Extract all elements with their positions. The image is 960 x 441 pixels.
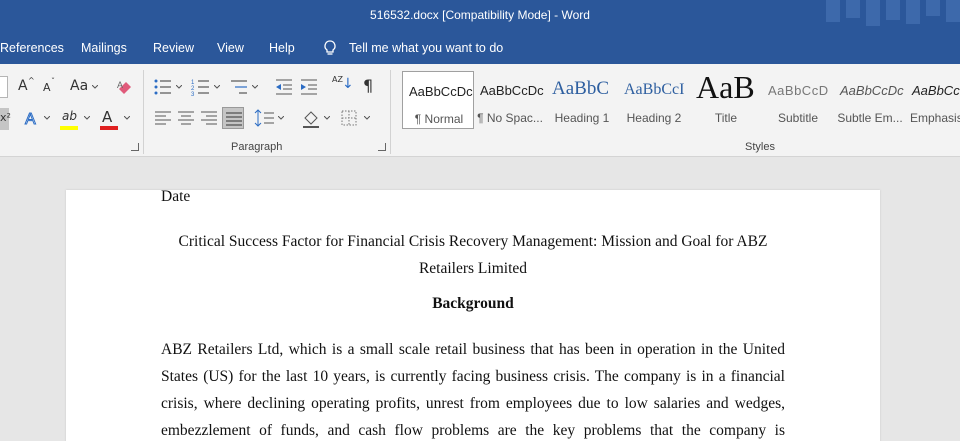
sort-arrow-icon: ↓: [342, 76, 354, 92]
change-case-button[interactable]: Aa: [70, 78, 88, 94]
align-left-icon[interactable]: [152, 107, 174, 129]
align-center-icon[interactable]: [175, 107, 197, 129]
title-bar-decoration: [946, 0, 960, 22]
decrease-indent-icon[interactable]: [273, 76, 295, 98]
align-right-icon[interactable]: [198, 107, 220, 129]
sort-button[interactable]: AZ: [332, 76, 343, 84]
styles-gallery: AaBbCcDc ¶ Normal AaBbCcDc ¶ No Spac... …: [400, 69, 960, 131]
style-heading-1[interactable]: AaBbC Heading 1: [546, 71, 618, 129]
highlight-button[interactable]: ab: [62, 109, 77, 123]
title-bar-decoration: [906, 0, 920, 24]
grow-font-arrow: ^: [28, 76, 35, 85]
chevron-down-icon[interactable]: [214, 85, 220, 89]
doc-paragraph-line: crisis, where declining operating profit…: [161, 395, 785, 412]
svg-text:3: 3: [191, 92, 195, 98]
chevron-down-icon[interactable]: [278, 116, 284, 120]
multilevel-list-icon[interactable]: [228, 76, 250, 98]
chevron-down-icon[interactable]: [252, 85, 258, 89]
title-bar-decoration: [846, 0, 860, 18]
tab-help[interactable]: Help: [269, 41, 295, 55]
style-title[interactable]: AaB Title: [690, 71, 762, 129]
style-heading-2[interactable]: AaBbCcI Heading 2: [618, 71, 690, 129]
doc-title-line: Retailers Limited: [418, 260, 528, 277]
doc-title-line: Critical Success Factor for Financial Cr…: [178, 233, 768, 250]
doc-paragraph-line: embezzlement of funds, and cash flow pro…: [161, 422, 785, 439]
chevron-down-icon[interactable]: [324, 116, 330, 120]
doc-paragraph-line: ABZ Retailers Ltd, which is a small scal…: [161, 341, 785, 358]
document-page[interactable]: Date Critical Success Factor for Financi…: [66, 188, 880, 441]
ribbon-tabs: References Mailings Review View Help Tel…: [0, 33, 960, 64]
doc-heading: Background: [432, 295, 514, 312]
style-subtitle[interactable]: AaBbCcD Subtitle: [762, 71, 834, 129]
style-no-spacing[interactable]: AaBbCcDc ¶ No Spac...: [474, 71, 546, 129]
grow-font-button[interactable]: A: [18, 78, 28, 94]
font-size-box[interactable]: [0, 76, 8, 98]
lightbulb-icon[interactable]: [322, 39, 338, 57]
tab-references[interactable]: References: [0, 41, 64, 55]
justify-icon[interactable]: [222, 107, 244, 129]
style-normal[interactable]: AaBbCcDc ¶ Normal: [402, 71, 474, 129]
doc-paragraph: ABZ Retailers Ltd, which is a small scal…: [161, 336, 785, 441]
chevron-down-icon[interactable]: [124, 116, 130, 120]
title-bar-decoration: [926, 0, 940, 16]
window-title: 516532.docx [Compatibility Mode] - Word: [370, 8, 590, 22]
tab-mailings[interactable]: Mailings: [81, 41, 127, 55]
borders-icon[interactable]: [338, 107, 360, 129]
chevron-down-icon[interactable]: [364, 116, 370, 120]
chevron-down-icon[interactable]: [44, 116, 50, 120]
doc-paragraph-line: States (US) for the last 10 years, is cu…: [161, 368, 785, 385]
ribbon-separator: [390, 70, 391, 154]
style-subtle-emphasis[interactable]: AaBbCcDc Subtle Em...: [834, 71, 906, 129]
tell-me-search[interactable]: Tell me what you want to do: [349, 41, 503, 55]
title-bar-decoration: [826, 0, 840, 22]
title-bar: 516532.docx [Compatibility Mode] - Word: [0, 0, 960, 33]
font-dialog-launcher[interactable]: [131, 143, 139, 151]
show-formatting-button[interactable]: ¶: [363, 76, 373, 95]
chevron-down-icon[interactable]: [84, 116, 90, 120]
chevron-down-icon[interactable]: [92, 85, 98, 89]
title-bar-decoration: [866, 0, 880, 26]
line-spacing-icon[interactable]: [254, 107, 276, 129]
ribbon-separator: [143, 70, 144, 154]
doc-date: Date: [161, 188, 191, 205]
font-color-button[interactable]: A: [102, 108, 112, 126]
paragraph-dialog-launcher[interactable]: [378, 143, 386, 151]
font-color-swatch: [100, 126, 118, 130]
shrink-font-button[interactable]: A: [43, 81, 51, 94]
style-emphasis[interactable]: AaBbCcl Emphasis: [906, 71, 960, 129]
tab-view[interactable]: View: [217, 41, 244, 55]
numbering-icon[interactable]: 123: [190, 76, 212, 98]
svg-text:A: A: [117, 80, 123, 90]
superscript-button[interactable]: x²: [0, 108, 11, 130]
title-bar-decoration: [886, 0, 900, 20]
ribbon: A ^ A ˇ Aa A x² A ab A 123 AZ ↓ ¶ Paragr…: [0, 64, 960, 157]
tab-review[interactable]: Review: [153, 41, 194, 55]
increase-indent-icon[interactable]: [298, 76, 320, 98]
shading-icon[interactable]: [300, 107, 322, 129]
shrink-font-arrow: ˇ: [51, 77, 55, 86]
svg-text:A: A: [25, 111, 36, 128]
eraser-icon[interactable]: A: [114, 76, 136, 98]
chevron-down-icon[interactable]: [176, 85, 182, 89]
highlight-color-swatch: [60, 126, 78, 130]
paragraph-group-label: Paragraph: [231, 141, 283, 153]
text-effects-icon[interactable]: A: [22, 107, 44, 129]
doc-title: Critical Success Factor for Financial Cr…: [161, 228, 785, 282]
bullets-icon[interactable]: [152, 76, 174, 98]
styles-group-label: Styles: [745, 141, 775, 153]
